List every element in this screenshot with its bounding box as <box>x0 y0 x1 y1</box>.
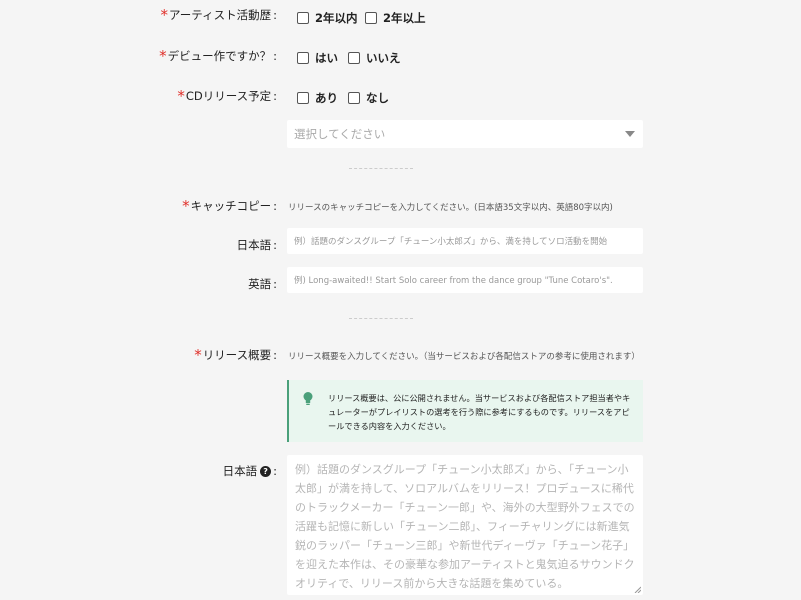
catchcopy-ja-label: 日本語: <box>236 238 277 252</box>
release-form: * アーティスト活動歴: 2年以内 2年以上 * デビュー作ですか？: はい い… <box>0 0 801 600</box>
catchcopy-hint: リリースのキャッチコピーを入力してください。(日本語35文字以内、英語80字以内… <box>288 203 613 213</box>
cd-release-label: * CDリリース予定: <box>177 86 277 105</box>
cd-release-option-yes[interactable]: あり <box>297 90 338 106</box>
summary-ja-textarea[interactable]: 例）話題のダンスグループ「チューン小太郎ズ」から、「チューン小太郎」が満を持して… <box>287 455 643 595</box>
required-mark: * <box>177 86 185 105</box>
required-mark: * <box>159 46 167 65</box>
catchcopy-en-input[interactable]: 例) Long-awaited!! Start Solo career from… <box>287 267 643 293</box>
summary-info-box: リリース概要は、公に公開されません。当サービスおよび各配信ストア担当者やキュレー… <box>287 380 643 442</box>
debut-option-yes[interactable]: はい <box>297 50 338 66</box>
checkbox[interactable] <box>348 52 360 64</box>
checkbox[interactable] <box>297 92 309 104</box>
lightbulb-icon <box>303 392 313 405</box>
checkbox[interactable] <box>348 92 360 104</box>
cd-release-option-no[interactable]: なし <box>348 90 389 106</box>
section-divider <box>349 168 413 169</box>
summary-hint: リリース概要を入力してください。（当サービスおよび各配信ストアの参考に使用されま… <box>288 352 640 362</box>
catchcopy-en-label: 英語: <box>248 277 277 291</box>
catchcopy-label: * キャッチコピー: <box>182 196 277 215</box>
required-mark: * <box>182 196 190 215</box>
summary-label: * リリース概要: <box>194 345 277 364</box>
section-divider <box>349 318 413 319</box>
summary-info-text: リリース概要は、公に公開されません。当サービスおよび各配信ストア担当者やキュレー… <box>328 393 631 431</box>
checkbox[interactable] <box>297 12 309 24</box>
activity-option-within-2y[interactable]: 2年以内 <box>297 10 358 26</box>
required-mark: * <box>160 5 169 24</box>
question-circle-icon[interactable]: ? <box>260 465 272 477</box>
chevron-down-icon <box>625 131 635 137</box>
debut-option-no[interactable]: いいえ <box>348 50 401 66</box>
activity-option-over-2y[interactable]: 2年以上 <box>365 10 426 26</box>
activity-label: * アーティスト活動歴: <box>160 5 278 24</box>
checkbox[interactable] <box>297 52 309 64</box>
required-mark: * <box>194 345 202 364</box>
catchcopy-ja-input[interactable]: 例）話題のダンスグループ「チューン小太郎ズ」から、満を持してソロ活動を開始 <box>287 228 643 254</box>
cd-release-select[interactable]: 選択してください <box>287 120 643 148</box>
checkbox[interactable] <box>365 12 377 24</box>
debut-label: * デビュー作ですか？: <box>159 46 277 65</box>
resize-handle-icon[interactable] <box>634 586 641 593</box>
summary-ja-label: 日本語 ?: <box>222 464 277 478</box>
